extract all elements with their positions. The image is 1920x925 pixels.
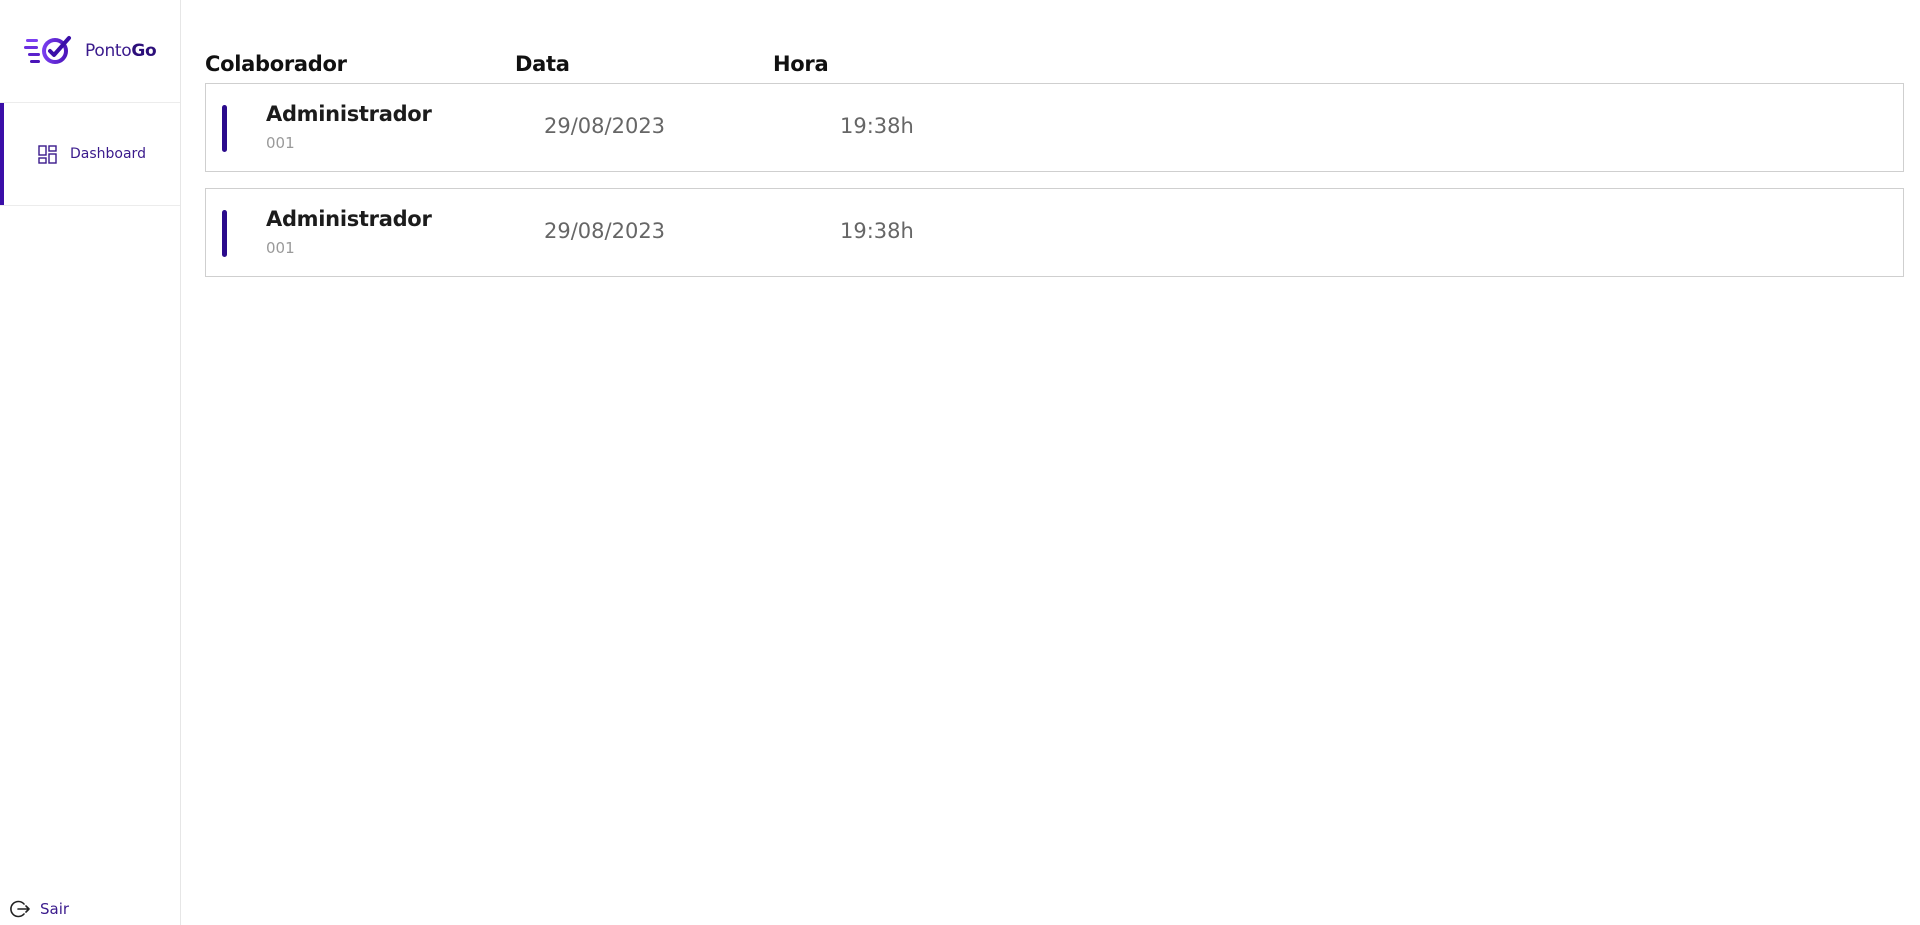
sidebar-item-label: Dashboard xyxy=(70,146,146,162)
brand[interactable]: PontoGo xyxy=(0,0,180,103)
column-header-hora: Hora xyxy=(773,52,829,76)
column-header-colaborador: Colaborador xyxy=(205,52,347,76)
table-row[interactable]: Administrador 001 29/08/2023 19:38h xyxy=(205,83,1904,172)
row-date: 29/08/2023 xyxy=(544,114,666,138)
dashboard-icon xyxy=(38,144,57,164)
row-time: 19:38h xyxy=(840,219,914,243)
brand-name-bold: Go xyxy=(131,41,157,61)
table-row[interactable]: Administrador 001 29/08/2023 19:38h xyxy=(205,188,1904,277)
row-collaborator-name: Administrador xyxy=(266,207,432,231)
logout-button[interactable]: Sair xyxy=(10,899,69,919)
brand-name: PontoGo xyxy=(85,41,157,61)
logout-icon xyxy=(10,900,30,918)
column-header-data: Data xyxy=(515,52,570,76)
row-collaborator-code: 001 xyxy=(266,239,295,257)
row-date: 29/08/2023 xyxy=(544,219,666,243)
speed-check-logo-icon xyxy=(24,36,71,64)
logout-label: Sair xyxy=(40,900,70,918)
app-root: PontoGo Dashboard Sair Colaborador Data … xyxy=(0,0,1920,925)
row-accent-bar xyxy=(222,105,227,152)
sidebar-item-dashboard[interactable]: Dashboard xyxy=(0,103,180,206)
row-accent-bar xyxy=(222,210,227,257)
row-collaborator-name: Administrador xyxy=(266,102,432,126)
main-content: Colaborador Data Hora Administrador 001 … xyxy=(181,0,1920,925)
table-header: Colaborador Data Hora xyxy=(205,26,1904,83)
brand-name-regular: Ponto xyxy=(85,41,132,61)
sidebar: PontoGo Dashboard Sair xyxy=(0,0,181,925)
row-time: 19:38h xyxy=(840,114,914,138)
row-collaborator-code: 001 xyxy=(266,134,295,152)
